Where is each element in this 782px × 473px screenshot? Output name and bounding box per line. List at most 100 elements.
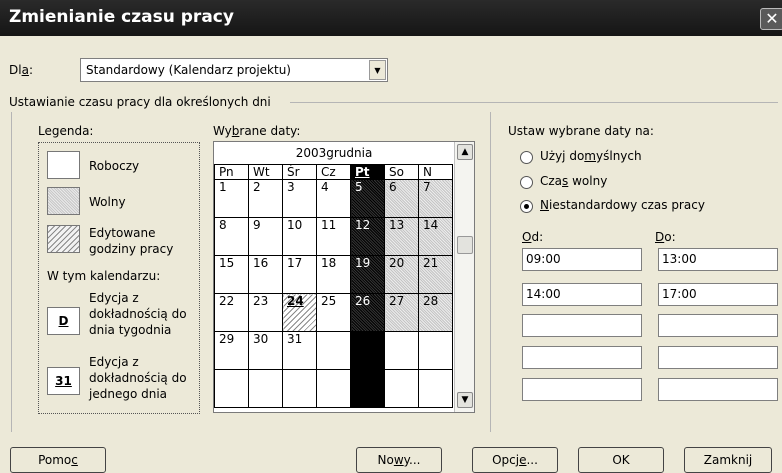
nonworking-time-label[interactable]: Czas wolny [540,174,607,188]
day-cell-empty[interactable] [248,369,283,408]
from-time-field[interactable] [522,378,642,401]
use-default-label[interactable]: Użyj domyślnych [540,149,642,163]
scroll-thumb[interactable] [457,236,473,254]
day-cell[interactable]: 25 [316,293,351,332]
close-icon[interactable]: ✕ [760,8,782,30]
day-cell-selected[interactable]: 19 [350,255,385,294]
day-cell-empty[interactable] [214,369,249,408]
day-cell-empty[interactable] [282,369,317,408]
day-cell-nonworking[interactable]: 27 [384,293,419,332]
nonworking-time-radio[interactable] [520,176,533,189]
calendar-grid[interactable]: Pn Wt Śr Cz Pt So N 1 2 3 4 5 6 7 8 9 10… [214,164,453,408]
day-cell[interactable]: 30 [248,331,283,370]
day-cell[interactable]: 1 [214,179,249,218]
dialog-title: Zmienianie czasu pracy [9,7,234,27]
day-cell[interactable]: 15 [214,255,249,294]
legend-in-calendar: W tym kalendarzu: [47,269,161,283]
day-cell-selected[interactable]: 26 [350,293,385,332]
custom-working-time-radio[interactable] [520,200,533,213]
day-cell-nonworking[interactable]: 13 [384,217,419,256]
legend-title: Legenda: [38,124,94,138]
day-cell-empty[interactable] [418,369,453,408]
from-time-field[interactable]: 14:00 [522,283,642,306]
day-cell[interactable]: 16 [248,255,283,294]
day-cell-nonworking[interactable]: 14 [418,217,453,256]
day-cell[interactable]: 29 [214,331,249,370]
working-swatch [47,151,80,179]
to-time-field[interactable]: 13:00 [658,248,778,271]
day-cell[interactable]: 31 [282,331,317,370]
day-cell-empty[interactable] [384,331,419,370]
week-row: 15 16 17 18 19 20 21 [214,255,453,294]
close-button[interactable]: Zamknij [684,447,772,473]
day-cell[interactable]: 8 [214,217,249,256]
day-cell-empty-selected[interactable] [350,369,385,408]
day-cell-nonworking[interactable]: 20 [384,255,419,294]
day-cell-nonworking[interactable]: 28 [418,293,453,332]
nonworking-swatch [47,187,80,215]
section-left-border [11,112,12,432]
from-time-field[interactable] [522,314,642,337]
day-cell[interactable]: 3 [282,179,317,218]
day-cell-empty[interactable] [316,369,351,408]
weekday-header[interactable]: Śr [282,164,317,180]
week-row: 29 30 31 [214,331,453,370]
calendar-select[interactable]: Standardowy (Kalendarz projektu) ▼ [80,58,388,82]
day-cell[interactable]: 2 [248,179,283,218]
day-cell-nonworking[interactable]: 6 [384,179,419,218]
day-cell-empty-selected[interactable] [350,331,385,370]
to-time-field[interactable] [658,346,778,369]
to-time-field[interactable] [658,314,778,337]
weekday-header[interactable]: Cz [316,164,351,180]
calendar-month-header: 2003grudnia [295,146,373,160]
weekday-header[interactable]: Pn [214,164,249,180]
day-cell[interactable]: 11 [316,217,351,256]
week-row: 1 2 3 4 5 6 7 [214,179,453,218]
scroll-up-icon[interactable]: ▲ [457,144,473,160]
day-cell-selected[interactable]: 12 [350,217,385,256]
from-time-field[interactable] [522,346,642,369]
day-cell[interactable]: 22 [214,293,249,332]
day-cell[interactable]: 4 [316,179,351,218]
legend-day-line3: jednego dnia [89,387,168,401]
options-button[interactable]: Opcje... [472,447,558,473]
day-cell-empty[interactable] [384,369,419,408]
day-cell-edited[interactable]: 24 [282,293,317,332]
scroll-down-icon[interactable]: ▼ [457,392,473,408]
use-default-radio[interactable] [520,151,533,164]
day-cell-empty[interactable] [418,331,453,370]
day-cell[interactable]: 10 [282,217,317,256]
ok-button[interactable]: OK [578,447,664,473]
day-cell[interactable]: 23 [248,293,283,332]
to-time-field[interactable]: 17:00 [658,283,778,306]
legend-edited-line1: Edytowane [89,226,156,240]
help-button[interactable]: Pomoc [10,447,106,473]
from-time-field[interactable]: 09:00 [522,248,642,271]
from-label: Od: [522,230,544,244]
day-cell-empty[interactable] [316,331,351,370]
weekday-header-row: Pn Wt Śr Cz Pt So N [214,164,453,180]
day-cell-nonworking[interactable]: 7 [418,179,453,218]
to-time-field[interactable] [658,378,778,401]
day-cell-selected[interactable]: 5 [350,179,385,218]
calendar-scrollbar[interactable]: ▲ ▼ [454,142,474,412]
calendar-select-value: Standardowy (Kalendarz projektu) [86,63,291,77]
day-cell[interactable]: 18 [316,255,351,294]
chevron-down-icon[interactable]: ▼ [369,60,386,80]
legend-weekday-line1: Edycja z [89,291,139,305]
day-cell[interactable]: 9 [248,217,283,256]
custom-working-time-label[interactable]: Niestandardowy czas pracy [540,198,705,212]
weekday-header[interactable]: So [384,164,419,180]
day-cell-nonworking[interactable]: 21 [418,255,453,294]
title-bar[interactable]: Zmienianie czasu pracy ✕ [0,0,782,36]
new-button[interactable]: Nowy... [356,447,442,473]
legend-nonworking: Wolny [89,195,126,209]
weekday-header-selected[interactable]: Pt [350,164,385,180]
day-cell[interactable]: 17 [282,255,317,294]
weekday-header[interactable]: N [418,164,453,180]
legend-edited-line2: godziny pracy [89,242,174,256]
section-separator [490,112,491,432]
weekday-header[interactable]: Wt [248,164,283,180]
for-label: Dla: [9,63,33,77]
date-calendar[interactable]: 2003grudnia Pn Wt Śr Cz Pt So N 1 2 3 4 … [213,141,475,413]
